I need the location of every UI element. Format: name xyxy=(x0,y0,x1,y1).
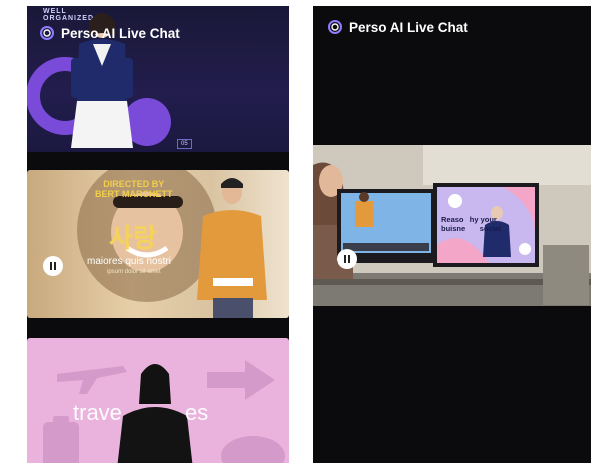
page-number: 05 xyxy=(177,139,192,149)
pause-icon xyxy=(343,250,351,268)
perso-logo-icon xyxy=(40,26,54,40)
brand-title: Perso AI Live Chat xyxy=(61,25,180,41)
travel-word-right: es xyxy=(185,400,209,425)
card-3-background-art xyxy=(43,360,285,463)
pause-button[interactable] xyxy=(337,249,357,269)
arrow-icon xyxy=(207,360,275,400)
airplane-icon xyxy=(57,366,127,394)
left-phone-screen: WELL ORGANIZED 05 Perso AI Live Chat DIR… xyxy=(27,6,289,463)
pause-icon xyxy=(49,257,57,275)
caption-text: maiores quis nostri xyxy=(87,256,171,267)
right-phone-screen: Perso AI Live Chat Reaso hy your buisne … xyxy=(313,6,591,463)
pause-button[interactable] xyxy=(43,256,63,276)
travel-word-left: trave xyxy=(73,400,122,425)
perso-logo-icon xyxy=(328,20,342,34)
small-caption: ipsum dolor sit amet xyxy=(107,269,161,275)
video-player[interactable]: Reaso hy your buisne social xyxy=(313,145,591,306)
video-card-2[interactable]: DIRECTED BY BERT MARCHETT 사랑 maiores qui… xyxy=(27,170,289,318)
brand-header: Perso AI Live Chat xyxy=(39,25,180,41)
brand-header-right: Perso AI Live Chat xyxy=(327,19,468,35)
screen-caption: Reaso hy your buisne social xyxy=(441,215,502,233)
brand-title-right: Perso AI Live Chat xyxy=(349,19,468,35)
director-credit: DIRECTED BY BERT MARCHETT xyxy=(95,179,173,199)
korean-subtitle: 사랑 xyxy=(109,224,157,254)
video-card-3[interactable]: trave es xyxy=(27,338,289,463)
